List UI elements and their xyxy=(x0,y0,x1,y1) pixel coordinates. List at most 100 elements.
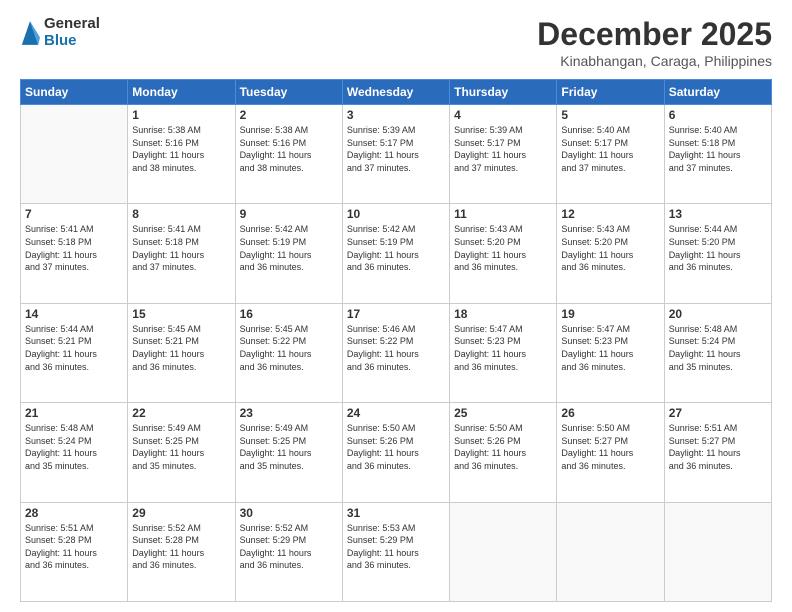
day-info: Sunrise: 5:44 AMSunset: 5:20 PMDaylight:… xyxy=(669,223,767,273)
day-info: Sunrise: 5:38 AMSunset: 5:16 PMDaylight:… xyxy=(132,124,230,174)
day-info: Sunrise: 5:51 AMSunset: 5:27 PMDaylight:… xyxy=(669,422,767,472)
calendar-cell: 9Sunrise: 5:42 AMSunset: 5:19 PMDaylight… xyxy=(235,204,342,303)
day-number: 2 xyxy=(240,108,338,122)
header-saturday: Saturday xyxy=(664,80,771,105)
day-info: Sunrise: 5:50 AMSunset: 5:26 PMDaylight:… xyxy=(454,422,552,472)
header-sunday: Sunday xyxy=(21,80,128,105)
day-info: Sunrise: 5:50 AMSunset: 5:26 PMDaylight:… xyxy=(347,422,445,472)
calendar-cell: 28Sunrise: 5:51 AMSunset: 5:28 PMDayligh… xyxy=(21,502,128,601)
day-info: Sunrise: 5:49 AMSunset: 5:25 PMDaylight:… xyxy=(132,422,230,472)
header-thursday: Thursday xyxy=(450,80,557,105)
calendar-cell: 26 Sunrise: 5:50 AMSunset: 5:27 PMDayligh… xyxy=(557,403,664,502)
calendar-cell: 22 Sunrise: 5:49 AMSunset: 5:25 PMDayligh… xyxy=(128,403,235,502)
calendar-cell: 18 Sunrise: 5:47 AMSunset: 5:23 PMDayligh… xyxy=(450,303,557,402)
calendar-cell: 30 Sunrise: 5:52 AMSunset: 5:29 PMDayligh… xyxy=(235,502,342,601)
title-block: December 2025 Kinabhangan, Caraga, Phili… xyxy=(537,16,772,69)
day-number: 7 xyxy=(25,207,123,221)
day-number: 20 xyxy=(669,307,767,321)
week-row-4: 21Sunrise: 5:48 AMSunset: 5:24 PMDayligh… xyxy=(21,403,772,502)
day-number: 16 xyxy=(240,307,338,321)
day-info: Sunrise: 5:52 AMSunset: 5:29 PMDaylight:… xyxy=(240,522,338,572)
day-number: 11 xyxy=(454,207,552,221)
calendar-cell xyxy=(21,105,128,204)
week-row-5: 28Sunrise: 5:51 AMSunset: 5:28 PMDayligh… xyxy=(21,502,772,601)
calendar-cell: 13 Sunrise: 5:44 AMSunset: 5:20 PMDayligh… xyxy=(664,204,771,303)
day-number: 24 xyxy=(347,406,445,420)
day-number: 17 xyxy=(347,307,445,321)
week-row-3: 14 Sunrise: 5:44 AMSunset: 5:21 PMDayligh… xyxy=(21,303,772,402)
day-number: 21 xyxy=(25,406,123,420)
calendar-cell xyxy=(664,502,771,601)
calendar-title: December 2025 xyxy=(537,16,772,53)
day-info: Sunrise: 5:48 AMSunset: 5:24 PMDaylight:… xyxy=(669,323,767,373)
calendar-cell: 24 Sunrise: 5:50 AMSunset: 5:26 PMDayligh… xyxy=(342,403,449,502)
day-info: Sunrise: 5:43 AMSunset: 5:20 PMDaylight:… xyxy=(454,223,552,273)
day-number: 1 xyxy=(132,108,230,122)
day-number: 5 xyxy=(561,108,659,122)
header: General Blue December 2025 Kinabhangan, … xyxy=(20,16,772,69)
day-number: 27 xyxy=(669,406,767,420)
calendar-table: Sunday Monday Tuesday Wednesday Thursday… xyxy=(20,79,772,602)
day-number: 14 xyxy=(25,307,123,321)
calendar-cell: 11 Sunrise: 5:43 AMSunset: 5:20 PMDayligh… xyxy=(450,204,557,303)
day-info: Sunrise: 5:43 AMSunset: 5:20 PMDaylight:… xyxy=(561,223,659,273)
logo: General Blue xyxy=(20,16,100,49)
header-wednesday: Wednesday xyxy=(342,80,449,105)
day-info: Sunrise: 5:42 AMSunset: 5:19 PMDaylight:… xyxy=(347,223,445,273)
day-info: Sunrise: 5:50 AMSunset: 5:27 PMDaylight:… xyxy=(561,422,659,472)
day-number: 18 xyxy=(454,307,552,321)
day-number: 6 xyxy=(669,108,767,122)
day-number: 28 xyxy=(25,506,123,520)
day-info: Sunrise: 5:40 AMSunset: 5:18 PMDaylight:… xyxy=(669,124,767,174)
calendar-cell: 15 Sunrise: 5:45 AMSunset: 5:21 PMDayligh… xyxy=(128,303,235,402)
day-info: Sunrise: 5:44 AMSunset: 5:21 PMDaylight:… xyxy=(25,323,123,373)
calendar-cell: 23Sunrise: 5:49 AMSunset: 5:25 PMDayligh… xyxy=(235,403,342,502)
day-info: Sunrise: 5:39 AMSunset: 5:17 PMDaylight:… xyxy=(454,124,552,174)
logo-blue: Blue xyxy=(44,33,100,50)
day-number: 31 xyxy=(347,506,445,520)
week-row-1: 1 Sunrise: 5:38 AMSunset: 5:16 PMDaylight… xyxy=(21,105,772,204)
day-number: 30 xyxy=(240,506,338,520)
day-number: 19 xyxy=(561,307,659,321)
calendar-cell: 6 Sunrise: 5:40 AMSunset: 5:18 PMDaylight… xyxy=(664,105,771,204)
day-info: Sunrise: 5:40 AMSunset: 5:17 PMDaylight:… xyxy=(561,124,659,174)
calendar-cell: 1 Sunrise: 5:38 AMSunset: 5:16 PMDaylight… xyxy=(128,105,235,204)
day-number: 29 xyxy=(132,506,230,520)
calendar-cell: 14 Sunrise: 5:44 AMSunset: 5:21 PMDayligh… xyxy=(21,303,128,402)
day-info: Sunrise: 5:47 AMSunset: 5:23 PMDaylight:… xyxy=(561,323,659,373)
calendar-subtitle: Kinabhangan, Caraga, Philippines xyxy=(537,53,772,69)
day-number: 26 xyxy=(561,406,659,420)
calendar-cell: 25 Sunrise: 5:50 AMSunset: 5:26 PMDayligh… xyxy=(450,403,557,502)
calendar-cell: 21Sunrise: 5:48 AMSunset: 5:24 PMDayligh… xyxy=(21,403,128,502)
calendar-cell: 2Sunrise: 5:38 AMSunset: 5:16 PMDaylight… xyxy=(235,105,342,204)
day-info: Sunrise: 5:45 AMSunset: 5:22 PMDaylight:… xyxy=(240,323,338,373)
calendar-cell: 12 Sunrise: 5:43 AMSunset: 5:20 PMDayligh… xyxy=(557,204,664,303)
day-number: 12 xyxy=(561,207,659,221)
header-tuesday: Tuesday xyxy=(235,80,342,105)
calendar-cell: 8Sunrise: 5:41 AMSunset: 5:18 PMDaylight… xyxy=(128,204,235,303)
calendar-header-row: Sunday Monday Tuesday Wednesday Thursday… xyxy=(21,80,772,105)
calendar-cell: 3 Sunrise: 5:39 AMSunset: 5:17 PMDaylight… xyxy=(342,105,449,204)
calendar-cell: 19 Sunrise: 5:47 AMSunset: 5:23 PMDayligh… xyxy=(557,303,664,402)
calendar-cell: 10 Sunrise: 5:42 AMSunset: 5:19 PMDayligh… xyxy=(342,204,449,303)
day-number: 23 xyxy=(240,406,338,420)
day-info: Sunrise: 5:53 AMSunset: 5:29 PMDaylight:… xyxy=(347,522,445,572)
day-info: Sunrise: 5:45 AMSunset: 5:21 PMDaylight:… xyxy=(132,323,230,373)
day-number: 4 xyxy=(454,108,552,122)
calendar-cell xyxy=(557,502,664,601)
calendar-cell: 31 Sunrise: 5:53 AMSunset: 5:29 PMDayligh… xyxy=(342,502,449,601)
day-info: Sunrise: 5:39 AMSunset: 5:17 PMDaylight:… xyxy=(347,124,445,174)
day-number: 10 xyxy=(347,207,445,221)
day-number: 3 xyxy=(347,108,445,122)
day-info: Sunrise: 5:41 AMSunset: 5:18 PMDaylight:… xyxy=(25,223,123,273)
week-row-2: 7 Sunrise: 5:41 AMSunset: 5:18 PMDaylight… xyxy=(21,204,772,303)
day-number: 15 xyxy=(132,307,230,321)
day-info: Sunrise: 5:47 AMSunset: 5:23 PMDaylight:… xyxy=(454,323,552,373)
day-number: 25 xyxy=(454,406,552,420)
day-number: 8 xyxy=(132,207,230,221)
calendar-cell xyxy=(450,502,557,601)
calendar-cell: 16 Sunrise: 5:45 AMSunset: 5:22 PMDayligh… xyxy=(235,303,342,402)
day-number: 22 xyxy=(132,406,230,420)
day-number: 13 xyxy=(669,207,767,221)
header-monday: Monday xyxy=(128,80,235,105)
